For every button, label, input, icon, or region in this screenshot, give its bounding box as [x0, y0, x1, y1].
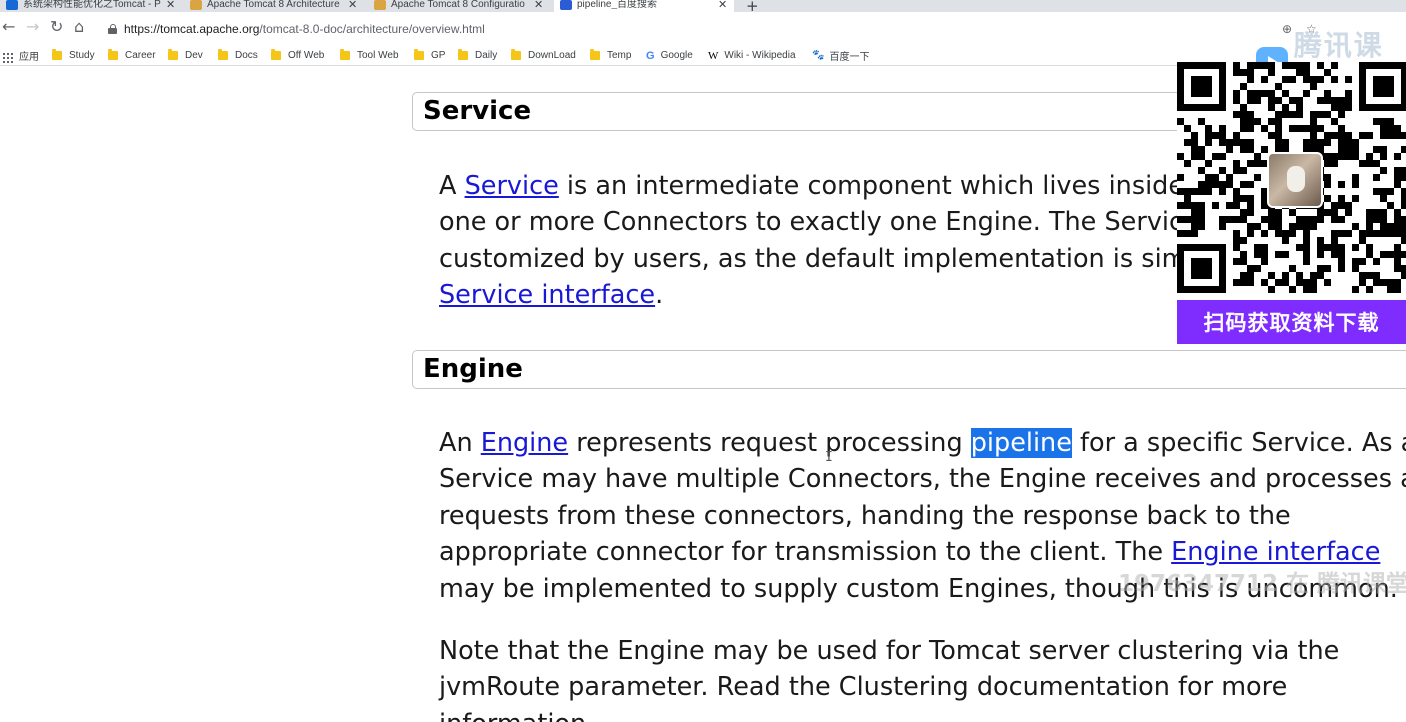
- engine-section-header: Engine: [412, 350, 1406, 389]
- bookmark-label: DownLoad: [528, 50, 576, 61]
- browser-toolbar: ← → ↻ ⌂ https://tomcat.apache.org/tomcat…: [0, 12, 1406, 46]
- text-line: jvmRoute parameter. Read the Clustering …: [439, 672, 1288, 703]
- bookmark-label: GP: [431, 50, 446, 61]
- tab-system-architecture[interactable]: 系统架构性能优化之Tomcat - P ✕: [0, 0, 175, 12]
- apps-grid-icon: [3, 53, 13, 63]
- engine-link[interactable]: Engine: [481, 428, 568, 458]
- folder-icon: [168, 49, 178, 60]
- folder-icon: [52, 49, 62, 60]
- close-tab-icon[interactable]: ✕: [348, 0, 357, 11]
- bookmark-wikipedia[interactable]: W Wiki - Wikipedia: [708, 49, 796, 62]
- bookmark-google[interactable]: G Google: [646, 49, 693, 62]
- tab-title: Apache Tomcat 8 Configuratio: [391, 0, 525, 9]
- tab-tomcat-architecture[interactable]: Apache Tomcat 8 Architecture ✕: [184, 0, 357, 12]
- wikipedia-icon: W: [708, 49, 719, 62]
- bookmark-folder-dev[interactable]: Dev: [168, 49, 203, 62]
- qr-promo-panel[interactable]: 扫码获取资料下载: [1177, 62, 1406, 344]
- folder-icon: [108, 49, 118, 60]
- bookmark-label: Google: [660, 50, 693, 61]
- text-line: Service may have multiple Connectors, th…: [439, 464, 1406, 495]
- tab-title: Apache Tomcat 8 Architecture: [207, 0, 340, 9]
- bookmark-label: Career: [125, 50, 156, 61]
- promo-text: 扫码获取资料下载: [1203, 311, 1380, 335]
- folder-icon: [218, 49, 228, 60]
- lock-icon[interactable]: [108, 24, 117, 34]
- bookmark-folder-docs[interactable]: Docs: [218, 49, 258, 62]
- section-heading: Engine: [423, 354, 523, 384]
- stream-watermark: 1976347712 在 腾讯课堂 直播: [1118, 571, 1406, 597]
- selected-text-pipeline[interactable]: pipeline: [970, 428, 1072, 458]
- tab-tomcat-configuration[interactable]: Apache Tomcat 8 Configuratio ✕: [368, 0, 543, 12]
- folder-icon: [590, 49, 600, 60]
- bookmark-apps[interactable]: 应用: [0, 49, 39, 63]
- home-icon[interactable]: ⌂: [74, 17, 84, 37]
- bookmark-folder-gp[interactable]: GP: [414, 49, 445, 62]
- close-tab-icon[interactable]: ✕: [534, 0, 543, 11]
- tab-title: 系统架构性能优化之Tomcat - P: [23, 0, 161, 9]
- avatar: [1267, 152, 1323, 208]
- bookmark-label: Temp: [607, 50, 632, 61]
- reload-icon[interactable]: ↻: [50, 17, 63, 37]
- forward-arrow-icon[interactable]: →: [26, 17, 39, 37]
- text-line: information.: [439, 706, 1406, 722]
- section-heading: Service: [423, 96, 532, 126]
- back-arrow-icon[interactable]: ←: [2, 17, 15, 37]
- bookmark-label: Tool Web: [357, 50, 399, 61]
- promo-banner[interactable]: 扫码获取资料下载: [1177, 300, 1406, 344]
- bookmark-folder-daily[interactable]: Daily: [458, 49, 497, 62]
- tomcat-favicon: [190, 0, 202, 10]
- text-line: Note that the Engine may be used for Tom…: [439, 636, 1340, 666]
- tab-strip: 系统架构性能优化之Tomcat - P ✕ Apache Tomcat 8 Ar…: [0, 0, 1406, 15]
- close-tab-icon[interactable]: ✕: [166, 0, 175, 11]
- note-paragraph: Note that the Engine may be used for Tom…: [439, 633, 1406, 722]
- bookmark-folder-temp[interactable]: Temp: [590, 49, 631, 62]
- folder-icon: [271, 49, 281, 60]
- tab-title: pipeline_百度搜索: [577, 0, 658, 9]
- google-icon: G: [646, 49, 655, 62]
- url-host: https://tomcat.apache.org: [124, 22, 260, 36]
- bookmark-label: Daily: [475, 50, 498, 61]
- service-link[interactable]: Service: [465, 171, 559, 201]
- service-interface-link[interactable]: Service interface: [439, 280, 655, 310]
- baidu-paw-favicon: [560, 0, 572, 10]
- bookmark-label: Wiki - Wikipedia: [724, 50, 796, 61]
- tab-pipeline-baidu[interactable]: pipeline_百度搜索 ✕: [554, 0, 734, 12]
- text-line: An Engine represents request processing …: [439, 428, 1406, 458]
- bookmark-folder-tool-web[interactable]: Tool Web: [340, 49, 399, 62]
- engine-interface-link[interactable]: Engine interface: [1171, 537, 1380, 567]
- url-path: /tomcat-8.0-doc/architecture/overview.ht…: [259, 22, 485, 36]
- folder-icon: [511, 49, 521, 60]
- bookmark-label: Dev: [185, 50, 203, 61]
- bookmark-baidu[interactable]: 🐾 百度一下: [812, 49, 870, 63]
- text-cursor-icon: I: [825, 450, 833, 465]
- bookmark-folder-download[interactable]: DownLoad: [511, 49, 576, 62]
- folder-icon: [340, 49, 350, 60]
- text-line: requests from these connectors, handing …: [439, 500, 1291, 531]
- bookmark-label: Off Web: [288, 50, 325, 61]
- tomcat-favicon: [374, 0, 386, 10]
- bookmark-label: 应用: [19, 52, 39, 63]
- bookmark-label: Docs: [235, 50, 258, 61]
- close-tab-icon[interactable]: ✕: [718, 0, 727, 11]
- bookmark-folder-off-web[interactable]: Off Web: [271, 49, 324, 62]
- tencent-class-favicon: [6, 0, 18, 10]
- bookmark-label: Study: [69, 50, 95, 61]
- address-bar[interactable]: https://tomcat.apache.org/tomcat-8.0-doc…: [124, 22, 485, 36]
- bookmark-label: 百度一下: [829, 52, 870, 63]
- bookmark-folder-study[interactable]: Study: [52, 49, 95, 62]
- folder-icon: [458, 49, 468, 60]
- bookmark-folder-career[interactable]: Career: [108, 49, 156, 62]
- baidu-paw-icon: 🐾: [812, 50, 825, 61]
- folder-icon: [414, 49, 424, 60]
